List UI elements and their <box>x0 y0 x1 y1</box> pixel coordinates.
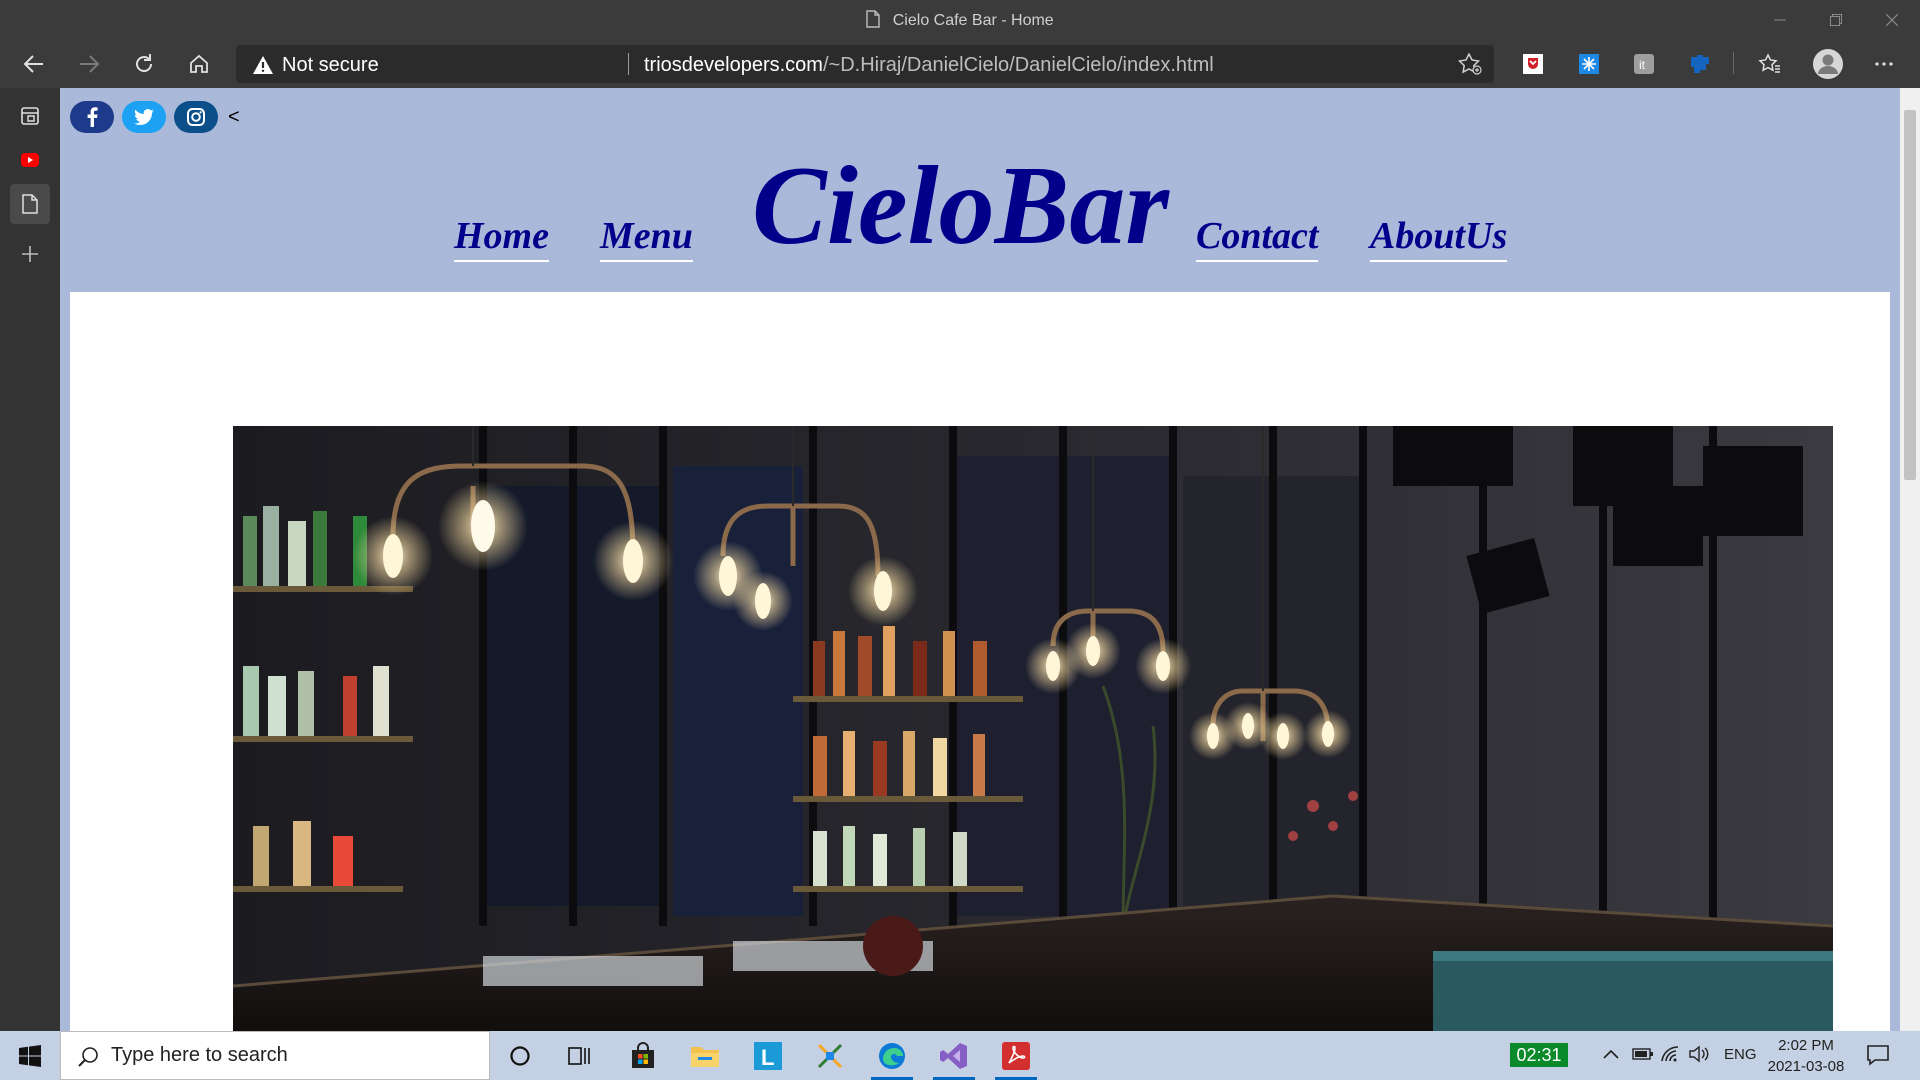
close-icon <box>1886 14 1898 26</box>
instagram-icon <box>187 108 205 126</box>
plus-icon <box>21 245 39 263</box>
tab-youtube[interactable] <box>10 140 50 180</box>
bar-hero-image <box>233 426 1833 1031</box>
edge-browser-icon <box>877 1041 907 1071</box>
page-scrollbar[interactable] <box>1900 88 1920 1031</box>
search-placeholder: Type here to search <box>111 1044 288 1066</box>
battery-icon[interactable] <box>1632 1047 1654 1061</box>
main-content <box>70 292 1890 1031</box>
volume-icon[interactable] <box>1688 1045 1710 1063</box>
more-options-icon[interactable] <box>1872 52 1896 76</box>
acrobat-icon <box>1001 1041 1031 1071</box>
windows-logo-icon <box>19 1044 41 1067</box>
url-text[interactable]: triosdevelopers.com/~D.Hiraj/DanielCielo… <box>644 54 1214 77</box>
window-title-area: Cielo Cafe Bar - Home <box>0 10 1920 30</box>
social-extra-text: < <box>228 105 240 128</box>
vertical-tabs-panel <box>0 88 60 1031</box>
store-bag-icon <box>629 1041 657 1070</box>
new-tab-button[interactable] <box>10 234 50 274</box>
page-icon <box>22 194 38 214</box>
taskbar-app-visual-studio[interactable] <box>925 1031 983 1080</box>
taskbar-search-box[interactable]: Type here to search <box>60 1031 490 1080</box>
site-logo[interactable]: CieloBar <box>752 150 1169 262</box>
refresh-icon <box>133 53 155 75</box>
profile-avatar-icon[interactable] <box>1812 48 1844 80</box>
tab-actions-icon <box>20 106 40 126</box>
facebook-link[interactable] <box>70 101 114 133</box>
scrollbar-thumb[interactable] <box>1904 110 1916 480</box>
language-indicator[interactable]: ENG <box>1724 1046 1757 1063</box>
cortana-button[interactable] <box>491 1031 549 1080</box>
back-button[interactable] <box>16 46 52 82</box>
taskbar-app-file-explorer[interactable] <box>676 1031 734 1080</box>
taskbar-app-store[interactable] <box>614 1031 672 1080</box>
toolbar-divider <box>1733 52 1734 74</box>
add-favorite-icon[interactable] <box>1458 53 1482 75</box>
nav-aboutus-link[interactable]: AboutUs <box>1370 214 1508 262</box>
tab-actions-button[interactable] <box>10 96 50 136</box>
search-icon <box>77 1046 99 1068</box>
url-host: triosdevelopers.com <box>644 54 823 76</box>
window-titlebar: Cielo Cafe Bar - Home <box>0 0 1920 40</box>
address-separator <box>628 53 629 75</box>
clock-date: 2021-03-08 <box>1767 1058 1845 1075</box>
show-hidden-icons-chevron-icon[interactable] <box>1602 1047 1620 1061</box>
taskbar-app-edge[interactable] <box>863 1031 921 1080</box>
visual-studio-icon <box>939 1041 969 1071</box>
url-path: /~D.Hiraj/DanielCielo/DanielCielo/index.… <box>822 54 1214 76</box>
minimize-icon <box>1774 14 1786 26</box>
home-icon <box>188 53 210 75</box>
nav-menu-link[interactable]: Menu <box>600 214 693 262</box>
twitter-icon <box>134 109 154 125</box>
page-icon <box>866 10 880 28</box>
youtube-icon <box>21 153 39 167</box>
l-app-icon: L <box>753 1041 783 1071</box>
svg-text:L: L <box>761 1045 774 1070</box>
restore-button[interactable] <box>1808 0 1864 40</box>
web-page: < Home Menu CieloBar Contact AboutUs <box>60 88 1900 1031</box>
security-status[interactable]: Not secure <box>282 54 379 77</box>
forward-arrow-icon <box>78 53 100 75</box>
taskbar-app-l[interactable]: L <box>739 1031 797 1080</box>
social-links: < <box>70 101 240 133</box>
folder-icon <box>690 1043 720 1069</box>
facebook-icon <box>86 107 98 127</box>
minimize-button[interactable] <box>1752 0 1808 40</box>
instagram-link[interactable] <box>174 101 218 133</box>
refresh-button[interactable] <box>126 46 162 82</box>
start-button[interactable] <box>0 1031 60 1080</box>
browser-toolbar: Not secure triosdevelopers.com/~D.Hiraj/… <box>0 40 1920 88</box>
close-button[interactable] <box>1864 0 1920 40</box>
wifi-icon[interactable] <box>1660 1045 1682 1063</box>
svg-text:it: it <box>1639 58 1646 72</box>
home-button[interactable] <box>181 46 217 82</box>
puzzle-extension-icon[interactable] <box>1688 52 1712 76</box>
windows-taskbar: Type here to search L 02:31 ENG 2:02 PM … <box>0 1031 1920 1080</box>
back-arrow-icon <box>23 53 45 75</box>
address-bar[interactable]: Not secure triosdevelopers.com/~D.Hiraj/… <box>236 45 1494 83</box>
snowflake-extension-icon[interactable] <box>1577 52 1601 76</box>
nav-home-link[interactable]: Home <box>454 214 549 262</box>
warning-icon <box>252 55 274 75</box>
shield-extension-icon[interactable] <box>1521 52 1545 76</box>
taskbar-app-acrobat[interactable] <box>987 1031 1045 1080</box>
twitter-link[interactable] <box>122 101 166 133</box>
restore-icon <box>1830 14 1842 26</box>
task-view-button[interactable] <box>551 1031 609 1080</box>
forward-button[interactable] <box>71 46 107 82</box>
task-view-icon <box>568 1045 592 1067</box>
taskbar-app-tools[interactable] <box>801 1031 859 1080</box>
cortana-circle-icon <box>509 1045 531 1067</box>
window-title: Cielo Cafe Bar - Home <box>892 12 1054 29</box>
notifications-icon[interactable] <box>1866 1044 1890 1066</box>
taskbar-clock[interactable]: 2:02 PM 2021-03-08 <box>1766 1035 1846 1077</box>
tab-cielo-home[interactable] <box>10 184 50 224</box>
timer-widget[interactable]: 02:31 <box>1510 1043 1568 1067</box>
translate-extension-icon[interactable]: it <box>1632 52 1656 76</box>
nav-contact-link[interactable]: Contact <box>1196 214 1319 262</box>
favorites-icon[interactable] <box>1758 52 1782 76</box>
tools-app-icon <box>815 1041 845 1071</box>
clock-time: 2:02 PM <box>1778 1037 1834 1054</box>
